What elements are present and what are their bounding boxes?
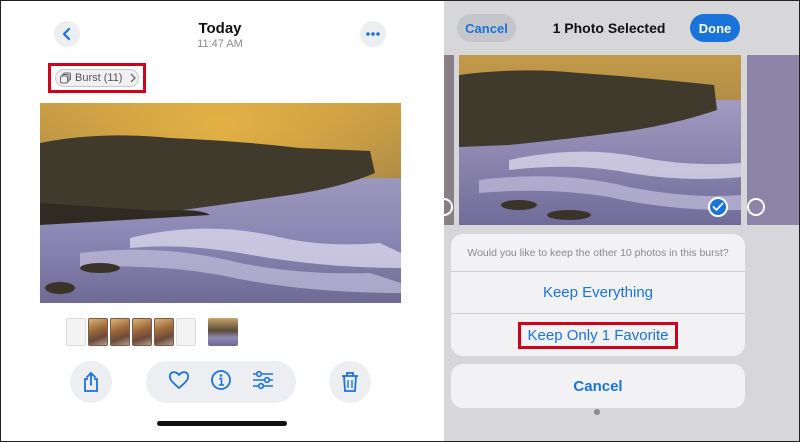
adjust-button[interactable] [252,370,274,395]
selected-burst-photo[interactable] [459,55,741,225]
thumbnail[interactable] [176,318,196,346]
info-icon [211,369,231,390]
cancel-sheet-button[interactable]: Cancel [451,364,745,408]
thumbnail[interactable] [66,318,86,346]
thumbnail[interactable] [154,318,174,346]
home-indicator [157,421,287,426]
done-button[interactable]: Done [690,14,740,42]
chevron-right-icon [131,73,137,83]
delete-button[interactable] [329,361,371,403]
more-button[interactable] [360,21,386,47]
info-button[interactable] [210,369,232,396]
keep-favorite-option: Keep Only 1 Favorite [451,314,745,356]
page-indicator [594,409,600,415]
thumbnail[interactable] [110,318,130,346]
selected-check-icon[interactable] [708,197,728,217]
share-icon [84,371,98,392]
heart-icon [168,370,190,389]
burst-selection-panel: Cancel 1 Photo Selected Done Would you l… [444,0,800,442]
main-photo[interactable] [40,103,401,303]
thumbnail[interactable] [132,318,152,346]
cancel-selection-button[interactable]: Cancel [457,14,516,42]
burst-button[interactable]: Burst (11) [55,69,139,87]
sheet-message: Would you like to keep the other 10 phot… [451,234,745,272]
keep-options-sheet: Would you like to keep the other 10 phot… [451,234,745,356]
share-button[interactable] [70,361,112,403]
keep-favorite-button[interactable]: Keep Only 1 Favorite [517,321,679,349]
selection-circle-icon[interactable] [747,198,765,216]
burst-filmstrip [66,318,238,346]
thumbnail[interactable] [208,318,238,346]
keep-everything-button[interactable]: Keep Everything [451,272,745,314]
trash-icon [342,372,358,392]
photo-viewer-panel: Today 11:47 AM Burst (11) [0,0,440,442]
burst-label: Burst (11) [75,72,123,84]
favorite-button[interactable] [168,370,190,395]
selection-title: 1 Photo Selected [552,20,666,36]
burst-stack-icon [60,72,71,84]
photo-actions-group [146,361,296,403]
thumbnail[interactable] [88,318,108,346]
sliders-icon [253,370,273,389]
burst-highlight: Burst (11) [48,63,146,93]
ellipsis-icon [366,32,380,36]
